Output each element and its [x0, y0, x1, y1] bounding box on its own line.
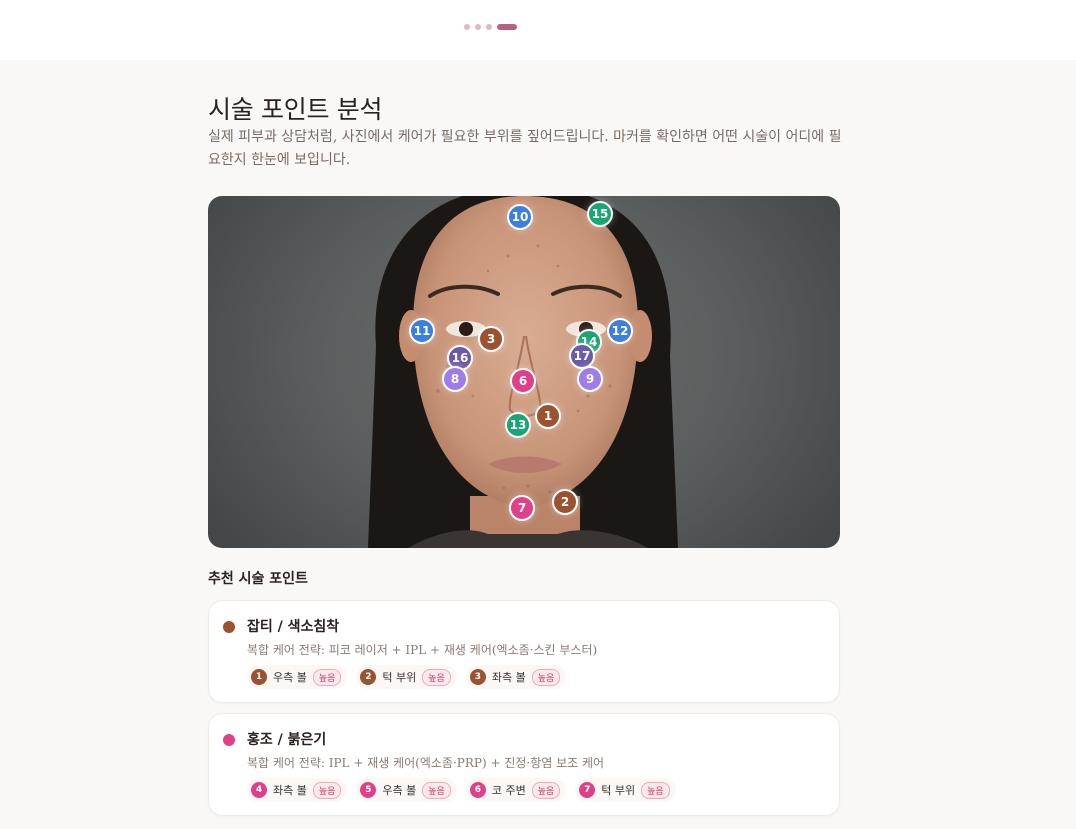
- photo-marker[interactable]: 11: [409, 318, 435, 344]
- point-location: 우측 볼: [382, 784, 417, 797]
- point-number: 6: [469, 782, 486, 798]
- point-chip[interactable]: 1 우측 볼 높음: [247, 665, 348, 689]
- point-location: 턱 부위: [382, 671, 417, 684]
- photo-marker[interactable]: 2: [552, 489, 578, 515]
- point-number: 5: [360, 782, 377, 798]
- page-subtitle: 실제 피부과 상담처럼, 사진에서 케어가 필요한 부위를 짚어드립니다. 마커…: [208, 129, 842, 168]
- point-chip[interactable]: 6 코 주변 높음: [465, 778, 567, 802]
- point-location: 코 주변: [491, 784, 526, 797]
- treatment-card[interactable]: 잡티 / 색소침착 복합 케어 전략: 피코 레이저 + IPL + 재생 케어…: [208, 600, 840, 703]
- point-number: 4: [251, 782, 267, 798]
- point-location: 좌측 볼: [491, 671, 526, 684]
- card-description: 복합 케어 전략: 피코 레이저 + IPL + 재생 케어(엑소좀·스킨 부스…: [247, 643, 598, 657]
- point-number: 2: [360, 669, 377, 685]
- category-color-dot: [223, 734, 235, 746]
- point-chip[interactable]: 5 우측 볼 높음: [356, 778, 457, 802]
- severity-badge: 높음: [312, 781, 342, 799]
- top-bar: [0, 0, 1076, 60]
- photo-marker[interactable]: 15: [587, 201, 613, 227]
- photo-marker[interactable]: 12: [607, 318, 633, 344]
- severity-badge: 높음: [422, 668, 451, 686]
- point-number: 1: [251, 669, 267, 685]
- severity-badge: 높음: [641, 781, 670, 799]
- photo-marker[interactable]: 7: [509, 495, 535, 521]
- treatment-card[interactable]: 홍조 / 붉은기 복합 케어 전략: IPL + 재생 케어(엑소좀·PRP) …: [208, 713, 840, 816]
- point-chips: 1 우측 볼 높음 2 턱 부위 높음 3 좌측 볼 높음: [247, 665, 567, 689]
- card-description: 복합 케어 전략: IPL + 재생 케어(엑소좀·PRP) + 진정·항염 보…: [247, 756, 605, 770]
- step-dot: [464, 24, 470, 30]
- point-chips: 4 좌측 볼 높음 5 우측 볼 높음 6 코 주변 높음 7 턱 부위 높음: [247, 778, 676, 802]
- photo-marker[interactable]: 6: [510, 368, 536, 394]
- photo-marker[interactable]: 3: [478, 326, 504, 352]
- point-location: 우측 볼: [273, 671, 307, 684]
- severity-badge: 높음: [531, 781, 561, 799]
- step-dot: [475, 24, 481, 30]
- photo-marker[interactable]: 8: [442, 366, 468, 392]
- section-title: 추천 시술 포인트: [208, 571, 308, 587]
- step-progress-indicator: [464, 24, 517, 30]
- photo-marker[interactable]: 1: [535, 403, 561, 429]
- point-chip[interactable]: 7 턱 부위 높음: [575, 778, 676, 802]
- point-chip[interactable]: 3 좌측 볼 높음: [465, 665, 567, 689]
- photo-marker[interactable]: 9: [577, 366, 603, 392]
- point-chip[interactable]: 2 턱 부위 높음: [356, 665, 457, 689]
- severity-badge: 높음: [422, 781, 451, 799]
- severity-badge: 높음: [531, 668, 561, 686]
- point-location: 턱 부위: [601, 784, 636, 797]
- point-chip[interactable]: 4 좌측 볼 높음: [247, 778, 348, 802]
- face-analysis-photo: 10 15 11 3 14 12 16 17 8 6 9 1 13 7 2: [208, 196, 840, 548]
- point-number: 3: [469, 669, 486, 685]
- page-title: 시술 포인트 분석: [208, 95, 383, 124]
- card-title: 잡티 / 색소침착: [247, 619, 340, 635]
- photo-marker[interactable]: 13: [505, 412, 531, 438]
- step-dot: [486, 24, 492, 30]
- step-dot-active: [497, 24, 517, 30]
- category-color-dot: [223, 621, 235, 633]
- card-title: 홍조 / 붉은기: [247, 732, 327, 748]
- point-number: 7: [579, 782, 596, 798]
- point-location: 좌측 볼: [273, 784, 307, 797]
- severity-badge: 높음: [312, 668, 342, 686]
- photo-marker[interactable]: 10: [507, 204, 533, 230]
